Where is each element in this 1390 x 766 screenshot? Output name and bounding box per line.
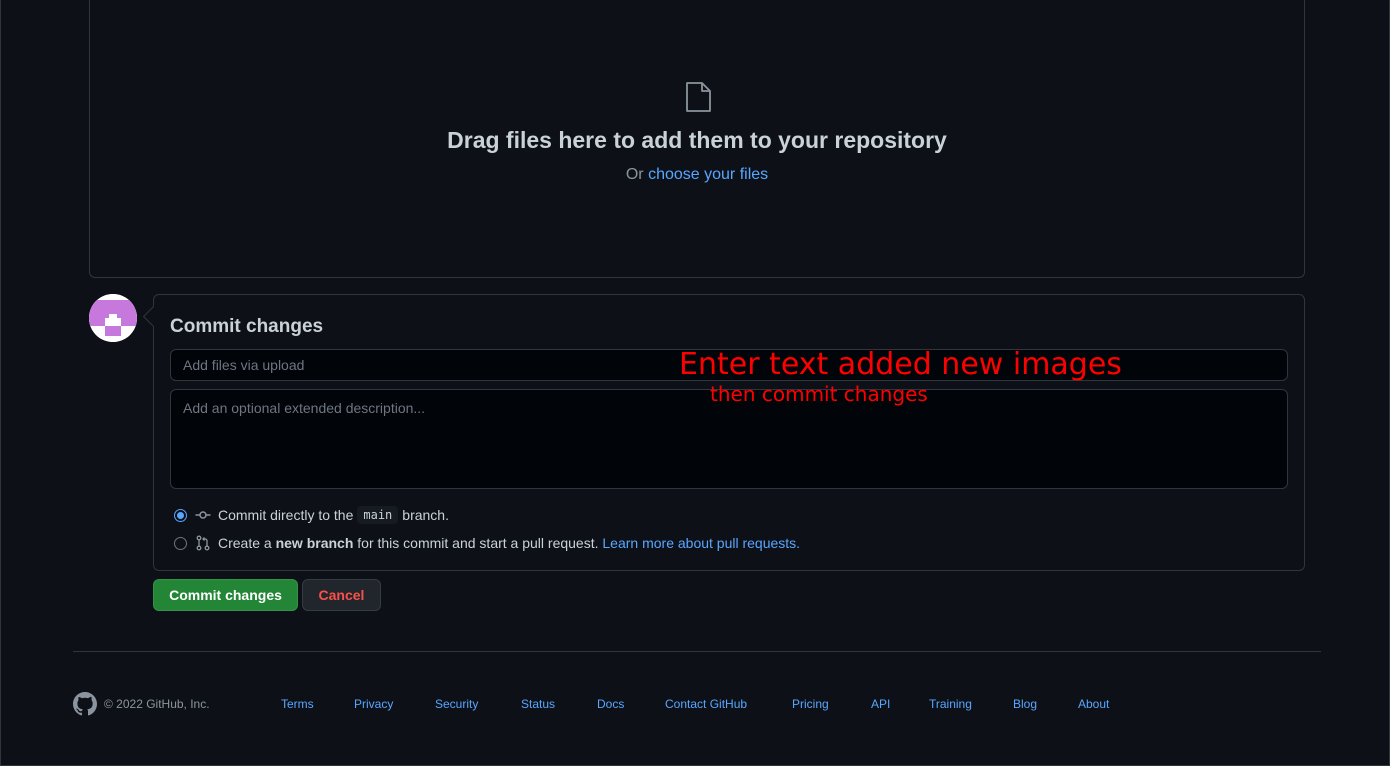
footer-link-pricing[interactable]: Pricing (792, 697, 829, 711)
git-commit-icon (195, 511, 211, 519)
new-branch-suffix: for this commit and start a pull request… (357, 535, 599, 551)
footer-link-blog[interactable]: Blog (1013, 697, 1037, 711)
new-branch-radio[interactable] (174, 536, 187, 550)
commit-direct-radio[interactable] (174, 508, 187, 522)
file-icon (686, 82, 711, 112)
choose-files-link[interactable]: choose your files (648, 166, 768, 183)
commit-direct-option[interactable]: Commit directly to the main branch. (174, 506, 449, 524)
footer-link-status[interactable]: Status (521, 697, 555, 711)
avatar[interactable] (89, 294, 137, 342)
commit-changes-button[interactable]: Commit changes (153, 579, 298, 611)
commit-direct-prefix: Commit directly to the (218, 507, 354, 523)
new-branch-bold: new branch (275, 535, 354, 551)
footer-link-terms[interactable]: Terms (281, 697, 314, 711)
footer-link-privacy[interactable]: Privacy (354, 697, 393, 711)
footer-link-about[interactable]: About (1078, 697, 1109, 711)
page: Drag files here to add them to your repo… (0, 0, 1390, 766)
footer-copyright: © 2022 GitHub, Inc. (104, 697, 210, 711)
github-logo-icon[interactable] (73, 692, 97, 716)
footer-link-training[interactable]: Training (929, 697, 972, 711)
footer-link-contact[interactable]: Contact GitHub (665, 697, 747, 711)
annotation-line-2: then commit changes (710, 382, 928, 406)
commit-title: Commit changes (170, 316, 324, 337)
new-branch-prefix: Create a (218, 535, 272, 551)
dropzone-title: Drag files here to add them to your repo… (447, 127, 947, 153)
footer-link-security[interactable]: Security (435, 697, 478, 711)
commit-form: Commit changes Enter text added new imag… (153, 294, 1305, 571)
commit-direct-suffix: branch. (402, 507, 449, 523)
new-branch-option[interactable]: Create a new branch for this commit and … (174, 535, 800, 551)
git-pull-request-icon (196, 535, 210, 551)
footer-link-api[interactable]: API (871, 697, 890, 711)
dropzone-or-text: Or (625, 166, 649, 183)
footer-divider (73, 651, 1321, 652)
learn-more-pr-link[interactable]: Learn more about pull requests. (602, 535, 800, 551)
footer-link-docs[interactable]: Docs (597, 697, 624, 711)
branch-name: main (357, 506, 399, 524)
cancel-button[interactable]: Cancel (302, 579, 381, 611)
file-dropzone[interactable]: Drag files here to add them to your repo… (89, 0, 1305, 278)
identicon (89, 294, 137, 342)
dropzone-subtext: Or choose your files (90, 166, 1304, 184)
annotation-line-1: Enter text added new images (679, 347, 1122, 382)
